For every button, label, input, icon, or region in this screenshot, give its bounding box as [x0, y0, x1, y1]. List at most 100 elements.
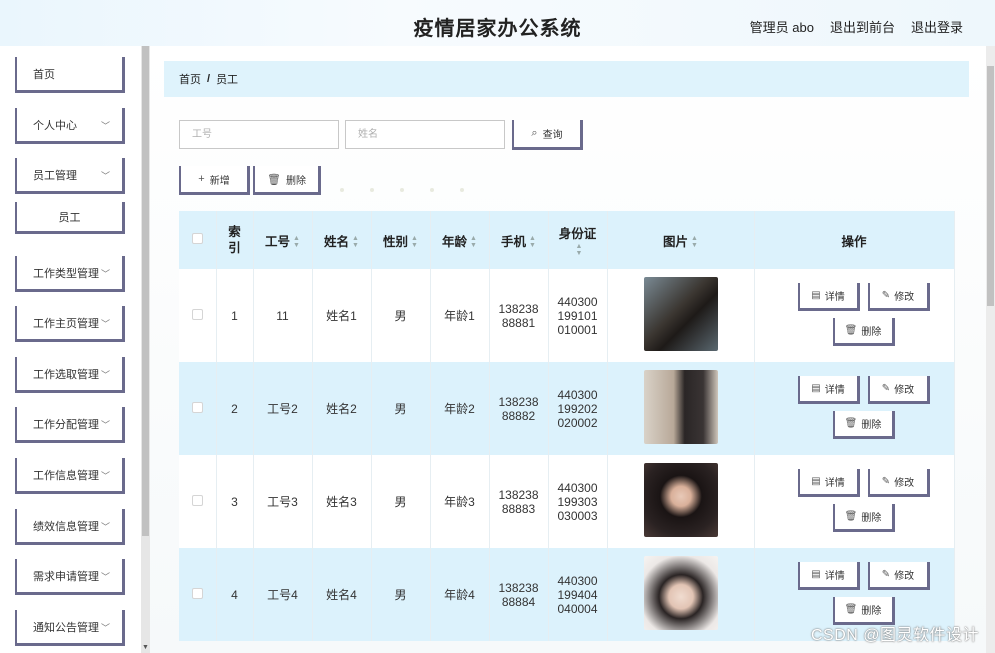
- sidebar-subitem-employee[interactable]: 员工: [15, 202, 125, 234]
- sidebar-item-home[interactable]: 首页: [15, 57, 125, 93]
- detail-button[interactable]: ▤ 详情: [797, 562, 860, 590]
- detail-button-label: 详情: [824, 385, 845, 396]
- row-select-cell: [179, 269, 217, 362]
- watermark-text: CSDN @图灵软件设计: [810, 627, 979, 644]
- detail-button[interactable]: ▤ 详情: [797, 283, 860, 311]
- sort-icon[interactable]: ▲ ▼: [293, 235, 300, 249]
- phone-part: 138238: [498, 394, 539, 409]
- scrollbar-thumb[interactable]: [142, 46, 149, 536]
- row-checkbox[interactable]: [191, 401, 203, 413]
- sidebar-item-job-home[interactable]: 工作主页管理 ﹀: [15, 306, 125, 342]
- avatar[interactable]: [643, 370, 718, 444]
- trash-icon: 🗑: [844, 325, 858, 336]
- column-idcard[interactable]: 身份证 ▲ ▼: [548, 211, 608, 269]
- cell-gender: 男: [371, 455, 431, 548]
- sidebar-item-performance[interactable]: 绩效信息管理 ﹀: [15, 509, 125, 545]
- avatar[interactable]: [643, 556, 718, 630]
- column-age[interactable]: 年龄 ▲ ▼: [430, 211, 490, 269]
- sidebar-item-label: 首页: [33, 68, 55, 81]
- sidebar-item-job-info[interactable]: 工作信息管理 ﹀: [15, 458, 125, 494]
- main-content: 首页 / 员工 ⌕ 查询 + 新增 🗑 删除 索引 工号▲▼: [150, 46, 995, 653]
- sidebar: 首页 个人中心 ﹀ 员工管理 ﹀ 员工 工作类型管理 ﹀ 工作主页管理 ﹀ 工作…: [0, 46, 150, 653]
- batch-delete-button[interactable]: 🗑 删除: [253, 166, 321, 195]
- sidebar-item-notice[interactable]: 通知公告管理 ﹀: [15, 610, 125, 646]
- edit-icon: ✎: [881, 476, 891, 487]
- scrollbar-thumb[interactable]: [987, 66, 994, 306]
- table-row: 3 工号3 姓名3 男 年龄3 138238 88883 440300 199303…: [179, 455, 955, 548]
- edit-button[interactable]: ✎ 修改: [867, 469, 930, 497]
- decor-dot: [400, 188, 404, 192]
- add-button[interactable]: + 新增: [179, 166, 250, 195]
- column-photo-label: 图片: [663, 234, 689, 249]
- document-icon: ▤: [811, 290, 821, 301]
- sidebar-item-job-selection[interactable]: 工作选取管理 ﹀: [15, 357, 125, 393]
- gonghao-search-input[interactable]: [179, 120, 339, 149]
- sidebar-item-job-type[interactable]: 工作类型管理 ﹀: [15, 256, 125, 292]
- delete-button[interactable]: 🗑 删除: [832, 504, 895, 532]
- cell-photo: [607, 269, 755, 362]
- chevron-down-icon: ﹀: [100, 319, 110, 329]
- cell-phone: 138238 88883: [489, 455, 549, 548]
- id-part: 199202: [557, 401, 598, 416]
- sidebar-item-label: 工作信息管理: [33, 469, 99, 482]
- sidebar-item-employee-management[interactable]: 员工管理 ﹀: [15, 158, 125, 194]
- admin-user-label: 管理员 abo: [749, 20, 814, 35]
- edit-button-label: 修改: [894, 292, 915, 303]
- document-icon: ▤: [811, 569, 821, 580]
- cell-phone: 138238 88884: [489, 548, 549, 641]
- sort-icon[interactable]: ▲ ▼: [576, 243, 583, 257]
- sort-icon[interactable]: ▲ ▼: [352, 235, 359, 249]
- logout-link[interactable]: 退出登录: [911, 17, 963, 36]
- name-search-input[interactable]: [345, 120, 505, 149]
- row-checkbox[interactable]: [191, 308, 203, 320]
- column-name[interactable]: 姓名 ▲ ▼: [312, 211, 372, 269]
- id-part: 440300: [557, 480, 598, 495]
- sort-icon[interactable]: ▲ ▼: [691, 235, 698, 249]
- header-links: 管理员 abo 退出到前台 退出登录: [750, 17, 963, 36]
- detail-button[interactable]: ▤ 详情: [797, 469, 860, 497]
- sort-icon[interactable]: ▲ ▼: [470, 235, 477, 249]
- exit-to-front-link[interactable]: 退出到前台: [830, 17, 895, 36]
- sort-icon[interactable]: ▲ ▼: [411, 235, 418, 249]
- phone-part: 138238: [498, 301, 539, 316]
- column-gender[interactable]: 性别 ▲ ▼: [371, 211, 431, 269]
- edit-button-label: 修改: [894, 571, 915, 582]
- cell-idcard: 440300 199202 020002: [548, 362, 608, 455]
- chevron-down-icon: ﹀: [100, 171, 110, 181]
- cell-idcard: 440300 199101 010001: [548, 269, 608, 362]
- column-gonghao[interactable]: 工号 ▲ ▼: [253, 211, 313, 269]
- breadcrumb-home[interactable]: 首页: [179, 71, 201, 87]
- id-part: 030003: [557, 508, 598, 523]
- sidebar-item-job-assignment[interactable]: 工作分配管理 ﹀: [15, 407, 125, 443]
- query-button[interactable]: ⌕ 查询: [512, 120, 583, 150]
- select-all-checkbox[interactable]: [191, 233, 203, 244]
- search-icon: ⌕: [531, 127, 538, 139]
- scroll-down-arrow-icon[interactable]: ▼: [142, 644, 149, 651]
- sort-icon[interactable]: ▲ ▼: [529, 235, 536, 249]
- edit-button[interactable]: ✎ 修改: [867, 562, 930, 590]
- cell-idcard: 440300 199303 030003: [548, 455, 608, 548]
- sidebar-scrollbar[interactable]: ▼: [141, 46, 150, 653]
- main-scrollbar[interactable]: [986, 46, 995, 653]
- chevron-down-icon: ﹀: [100, 121, 110, 131]
- sidebar-item-personal-center[interactable]: 个人中心 ﹀: [15, 108, 125, 144]
- row-checkbox[interactable]: [191, 587, 203, 599]
- phone-part: 88882: [501, 408, 536, 423]
- row-checkbox[interactable]: [191, 494, 203, 506]
- id-part: 199404: [557, 587, 598, 602]
- column-photo[interactable]: 图片 ▲ ▼: [607, 211, 755, 269]
- cell-gender: 男: [371, 362, 431, 455]
- avatar[interactable]: [643, 463, 718, 537]
- delete-button[interactable]: 🗑 删除: [832, 318, 895, 346]
- breadcrumb-current: 员工: [216, 74, 239, 86]
- delete-button[interactable]: 🗑 删除: [832, 411, 895, 439]
- column-phone[interactable]: 手机 ▲ ▼: [489, 211, 549, 269]
- sidebar-item-request[interactable]: 需求申请管理 ﹀: [15, 559, 125, 595]
- avatar[interactable]: [643, 277, 718, 351]
- edit-button[interactable]: ✎ 修改: [867, 283, 930, 311]
- document-icon: ▤: [811, 476, 821, 487]
- detail-button[interactable]: ▤ 详情: [797, 376, 860, 404]
- edit-button[interactable]: ✎ 修改: [867, 376, 930, 404]
- document-icon: ▤: [811, 383, 821, 394]
- column-ops: 操作: [754, 211, 955, 269]
